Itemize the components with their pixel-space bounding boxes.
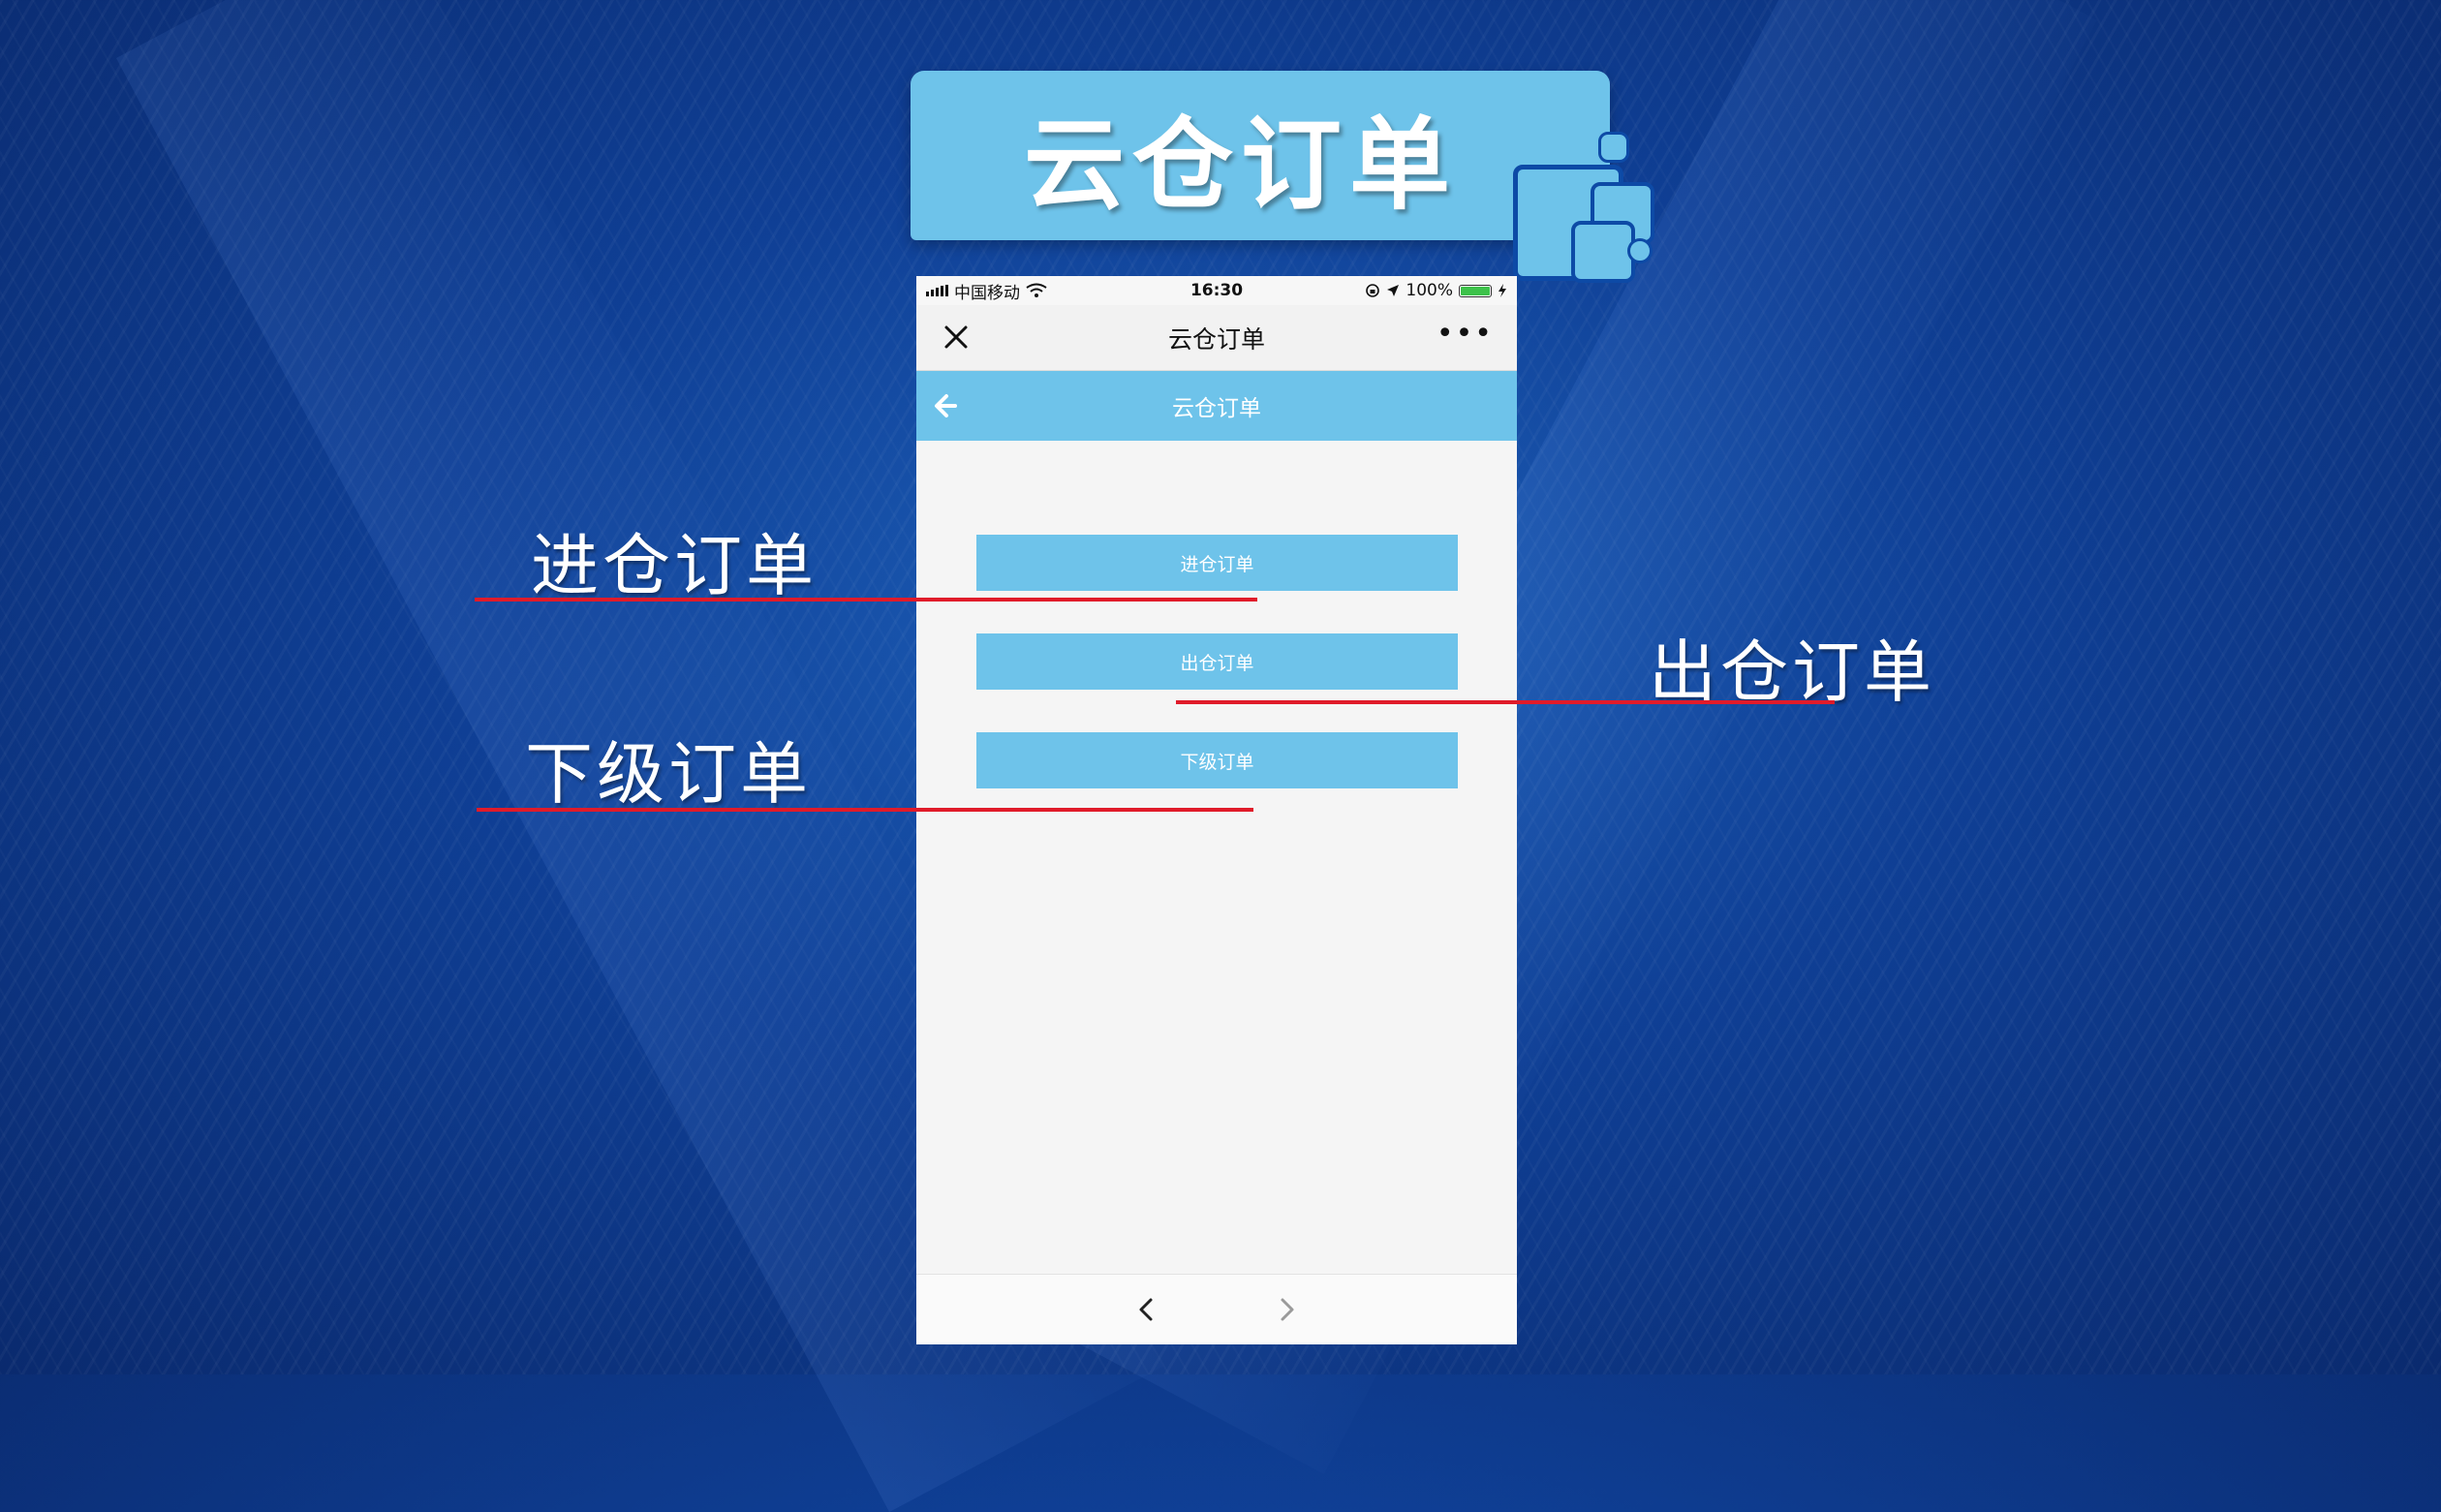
bottom-nav-bar xyxy=(916,1274,1517,1344)
header-banner: 云仓订单 xyxy=(911,71,1610,240)
navbar-title: 云仓订单 xyxy=(1167,324,1265,354)
back-arrow-icon[interactable] xyxy=(930,390,961,421)
subordinate-order-button[interactable]: 下级订单 xyxy=(976,732,1458,788)
menu-content: 进仓订单 出仓订单 下级订单 xyxy=(916,441,1517,1276)
app-header: 云仓订单 xyxy=(916,371,1517,441)
annotation-inbound-label: 进仓订单 xyxy=(531,526,818,605)
battery-percent: 100% xyxy=(1406,281,1453,300)
inbound-order-button[interactable]: 进仓订单 xyxy=(976,535,1458,591)
decorative-square xyxy=(1598,132,1629,163)
wechat-navbar: 云仓订单 ••• xyxy=(916,305,1517,371)
chevron-left-icon[interactable] xyxy=(1131,1294,1162,1325)
outbound-order-button[interactable]: 出仓订单 xyxy=(976,633,1458,690)
location-icon xyxy=(1387,285,1400,296)
annotation-subordinate-line xyxy=(477,808,1253,812)
chevron-right-icon[interactable] xyxy=(1271,1294,1302,1325)
app-header-title: 云仓订单 xyxy=(1172,396,1261,421)
annotation-subordinate-label: 下级订单 xyxy=(525,734,812,814)
annotation-inbound-line xyxy=(475,598,1257,602)
decorative-square xyxy=(1571,221,1635,283)
battery-icon xyxy=(1459,284,1492,297)
more-icon[interactable]: ••• xyxy=(1437,320,1494,349)
status-bar: 中国移动 16:30 100% xyxy=(916,276,1517,305)
annotation-outbound-line xyxy=(1176,700,1835,704)
banner-title: 云仓订单 xyxy=(1023,106,1458,224)
decorative-dot xyxy=(1627,238,1653,263)
charging-icon xyxy=(1499,284,1506,297)
orientation-lock-icon xyxy=(1366,284,1380,297)
close-icon[interactable] xyxy=(942,323,971,352)
